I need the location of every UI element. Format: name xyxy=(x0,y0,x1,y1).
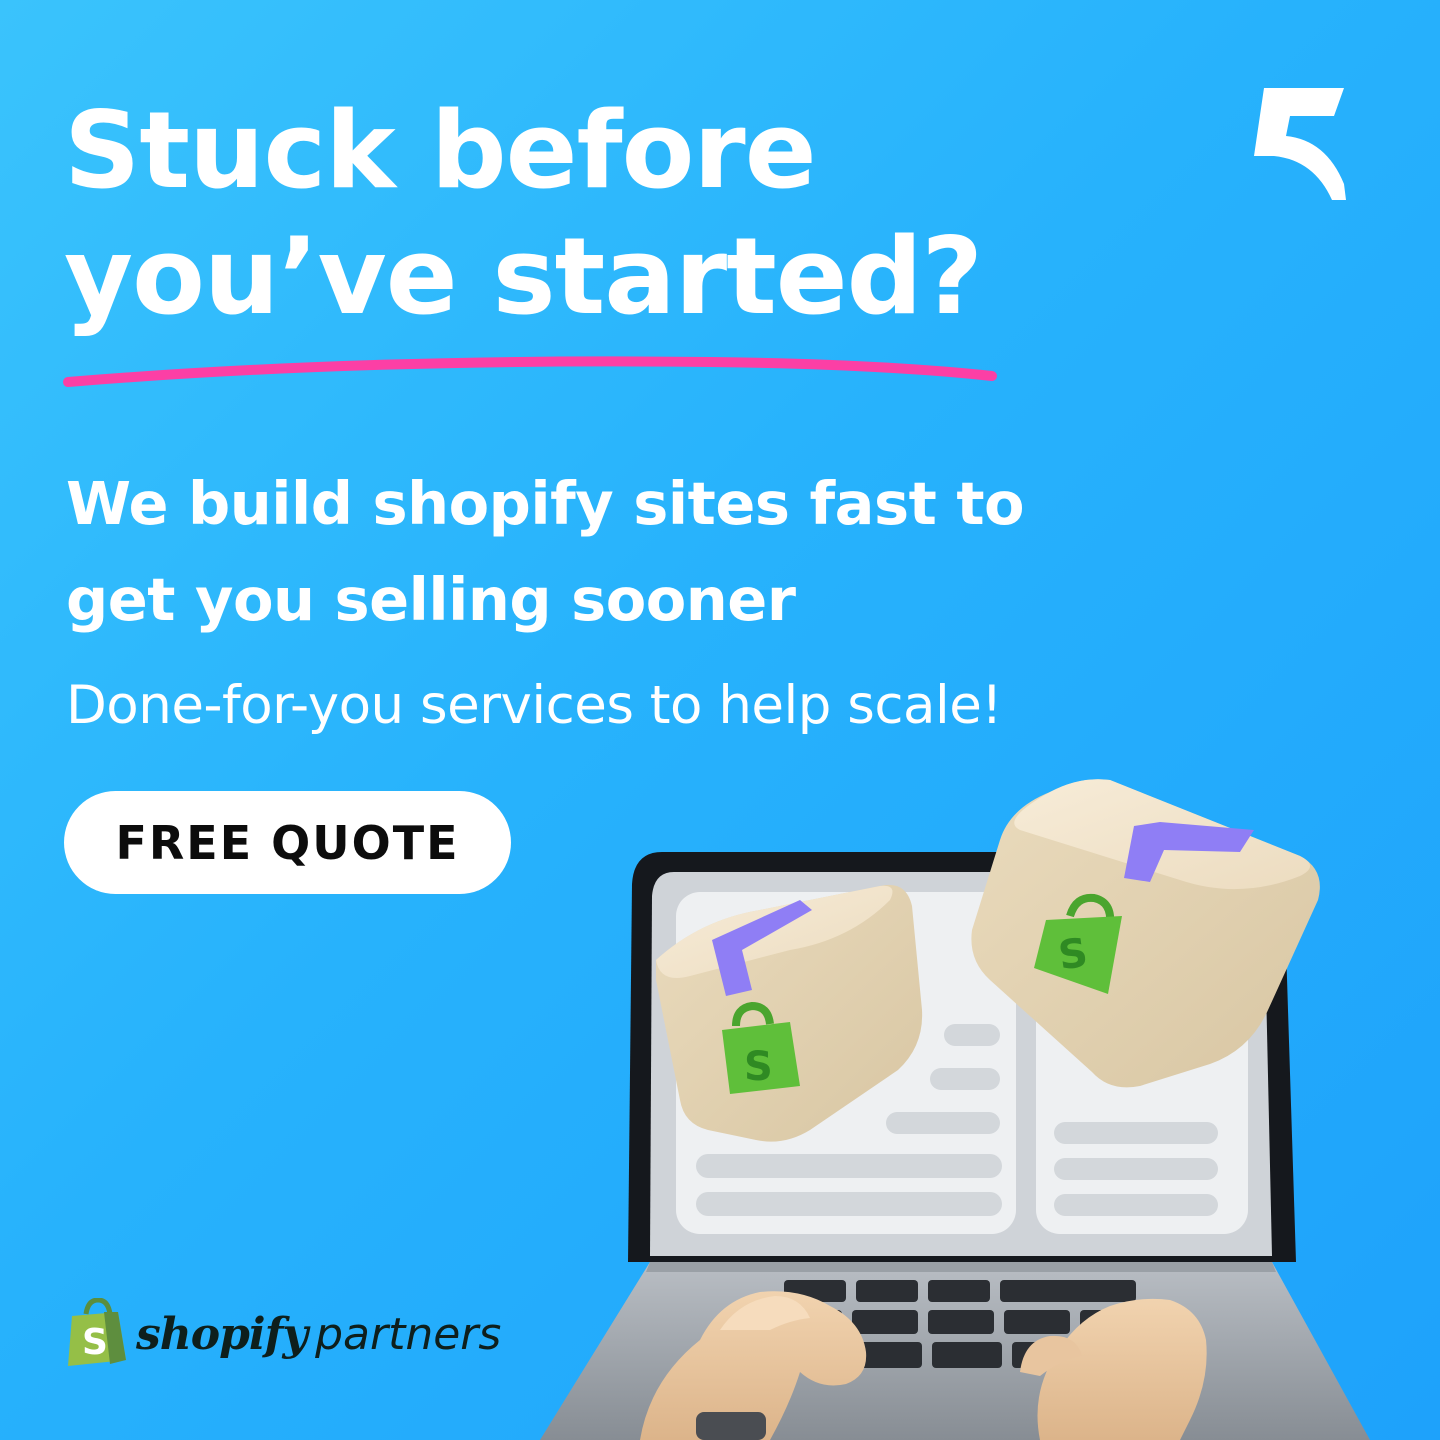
subheadline-line-2: get you selling sooner xyxy=(66,565,796,634)
headline-line-1: Stuck before xyxy=(64,89,817,212)
headline-underline xyxy=(63,356,997,387)
svg-text:S: S xyxy=(744,1044,773,1090)
partners-wordmark: partners xyxy=(315,1309,502,1360)
free-quote-button[interactable]: FREE QUOTE xyxy=(64,791,511,894)
subheadline-line-1: We build shopify sites fast to xyxy=(66,469,1025,538)
shopify-bag-icon: S xyxy=(68,1298,126,1366)
shopify-wordmark: shopify xyxy=(136,1309,308,1360)
ad-canvas: S S Stuck before you’ve started? We buil… xyxy=(0,0,1440,1440)
headline-line-2: you’ve started? xyxy=(64,215,983,338)
shopify-partners-wordmark: shopify partners xyxy=(136,1308,501,1362)
subheadline: We build shopify sites fast to get you s… xyxy=(66,456,1025,648)
tagline: Done-for-you services to help scale! xyxy=(66,675,1003,736)
svg-text:S: S xyxy=(82,1322,108,1363)
brand-logo-icon xyxy=(1254,88,1346,200)
headline: Stuck before you’ve started? xyxy=(64,88,983,340)
